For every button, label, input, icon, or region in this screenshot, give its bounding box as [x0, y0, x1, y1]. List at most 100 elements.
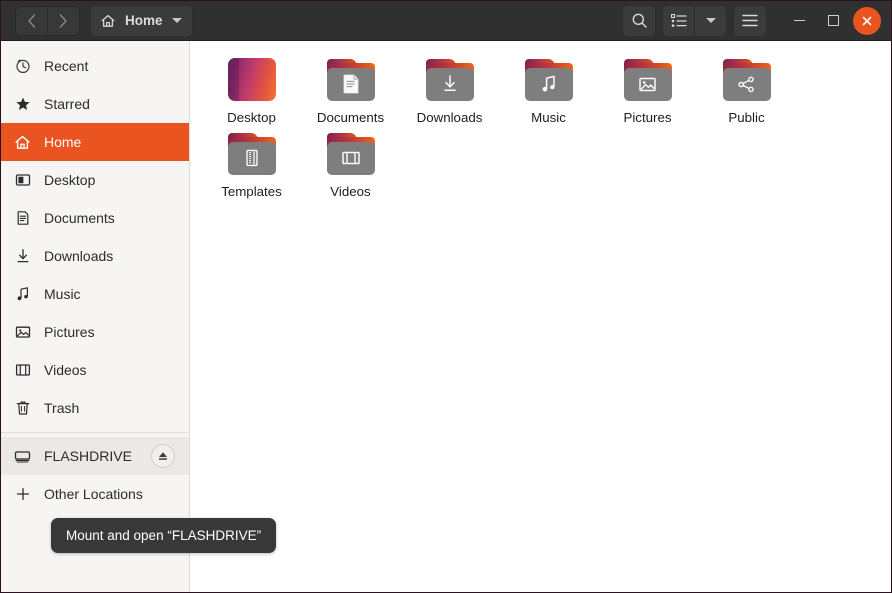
icon-wrapper	[324, 129, 378, 177]
view-mode-group	[662, 4, 727, 37]
sidebar-item-label: Videos	[44, 362, 87, 378]
folder-icon	[326, 57, 376, 102]
trash-icon	[14, 400, 31, 417]
sidebar-item-music[interactable]: Music	[1, 275, 189, 313]
file-item-templates[interactable]: Templates	[202, 125, 301, 199]
sidebar-item-label: Other Locations	[44, 486, 143, 502]
sidebar-item-label: Starred	[44, 96, 90, 112]
sidebar-item-home[interactable]: Home	[1, 123, 189, 161]
close-icon	[862, 16, 872, 25]
document-emblem-icon	[343, 74, 358, 94]
list-view-button[interactable]	[663, 6, 694, 36]
file-item-videos[interactable]: Videos	[301, 125, 400, 199]
sidebar-item-desktop[interactable]: Desktop	[1, 161, 189, 199]
file-item-label: Videos	[330, 184, 371, 199]
sidebar-item-trash[interactable]: Trash	[1, 389, 189, 427]
close-button[interactable]	[853, 6, 881, 35]
file-item-pictures[interactable]: Pictures	[598, 51, 697, 125]
home-icon	[14, 134, 31, 151]
window-body: Recent Starred Home Desktop Documents Do…	[1, 41, 891, 592]
icon-wrapper	[423, 55, 477, 103]
file-item-music[interactable]: Music	[499, 51, 598, 125]
template-emblem-icon	[245, 149, 258, 167]
sidebar-item-label: Pictures	[44, 324, 95, 340]
sidebar-item-pictures[interactable]: Pictures	[1, 313, 189, 351]
drive-icon	[14, 448, 31, 465]
icon-wrapper	[621, 55, 675, 103]
file-item-label: Public	[728, 110, 765, 125]
download-icon	[14, 248, 31, 265]
file-manager-window: Home Recent Starred Home Desktop Documen…	[0, 0, 892, 593]
document-icon	[14, 210, 31, 227]
eject-button[interactable]	[151, 444, 175, 468]
file-item-downloads[interactable]: Downloads	[400, 51, 499, 125]
file-item-label: Pictures	[623, 110, 672, 125]
desktop-gradient-icon	[227, 57, 276, 101]
desktop-icon	[14, 172, 31, 189]
eject-icon	[159, 452, 167, 460]
sidebar-item-flashdrive[interactable]: FLASHDRIVE	[1, 437, 189, 475]
folder-icon	[425, 57, 475, 102]
file-item-documents[interactable]: Documents	[301, 51, 400, 125]
file-item-label: Downloads	[416, 110, 483, 125]
plus-icon	[14, 486, 31, 503]
folder-icon	[623, 57, 673, 102]
sidebar-item-documents[interactable]: Documents	[1, 199, 189, 237]
icon-wrapper	[225, 55, 279, 103]
main-menu-button[interactable]	[733, 4, 767, 37]
file-item-desktop[interactable]: Desktop	[202, 51, 301, 125]
sidebar-item-label: Recent	[44, 58, 89, 74]
file-item-label: Music	[531, 110, 566, 125]
music-note-icon	[14, 286, 31, 303]
path-bar-label: Home	[125, 13, 163, 28]
forward-button[interactable]	[47, 6, 79, 35]
title-bar: Home	[1, 1, 891, 41]
download-emblem-icon	[443, 75, 456, 91]
sidebar-item-downloads[interactable]: Downloads	[1, 237, 189, 275]
folder-icon	[722, 57, 772, 102]
sidebar-item-label: Music	[44, 286, 81, 302]
minimize-icon	[793, 19, 805, 22]
back-button[interactable]	[16, 7, 47, 35]
chevron-down-icon	[705, 18, 716, 23]
icon-wrapper	[225, 129, 279, 177]
chevron-down-icon[interactable]	[171, 18, 182, 23]
search-button[interactable]	[622, 4, 656, 37]
file-item-label: Documents	[316, 110, 385, 125]
icon-wrapper	[720, 55, 774, 103]
file-item-label: Desktop	[227, 110, 276, 125]
music-emblem-icon	[542, 75, 555, 92]
maximize-button[interactable]	[819, 7, 847, 35]
sidebar-item-label: FLASHDRIVE	[44, 448, 132, 464]
chevron-left-icon	[28, 13, 36, 28]
sidebar-item-label: Home	[44, 134, 82, 150]
folder-icon	[326, 131, 376, 176]
sidebar-item-label: Downloads	[44, 248, 114, 264]
icon-wrapper	[324, 55, 378, 103]
navigation-buttons	[15, 5, 80, 36]
folder-icon	[227, 131, 277, 176]
image-emblem-icon	[639, 77, 656, 91]
maximize-icon	[827, 15, 839, 26]
file-item-label: Templates	[221, 184, 282, 199]
film-icon	[14, 362, 31, 379]
star-icon	[14, 96, 31, 113]
sidebar-item-starred[interactable]: Starred	[1, 85, 189, 123]
sidebar-item-other-locations[interactable]: Other Locations	[1, 475, 189, 513]
sidebar-item-recent[interactable]: Recent	[1, 47, 189, 85]
hamburger-menu-icon	[742, 14, 758, 27]
path-bar-home-button[interactable]: Home	[90, 4, 193, 37]
minimize-button[interactable]	[785, 7, 813, 35]
view-options-dropdown[interactable]	[694, 5, 726, 36]
sidebar-item-label: Trash	[44, 400, 80, 416]
sidebar-item-videos[interactable]: Videos	[1, 351, 189, 389]
sidebar-divider	[1, 432, 189, 433]
chevron-right-icon	[59, 13, 67, 28]
film-emblem-icon	[341, 151, 360, 165]
file-item-public[interactable]: Public	[697, 51, 796, 125]
sidebar-item-label: Documents	[44, 210, 115, 226]
icon-wrapper	[522, 55, 576, 103]
search-icon	[632, 13, 647, 28]
file-grid: Desktop Documents Downloads Music Pictur…	[190, 41, 891, 592]
sidebar: Recent Starred Home Desktop Documents Do…	[1, 41, 277, 592]
